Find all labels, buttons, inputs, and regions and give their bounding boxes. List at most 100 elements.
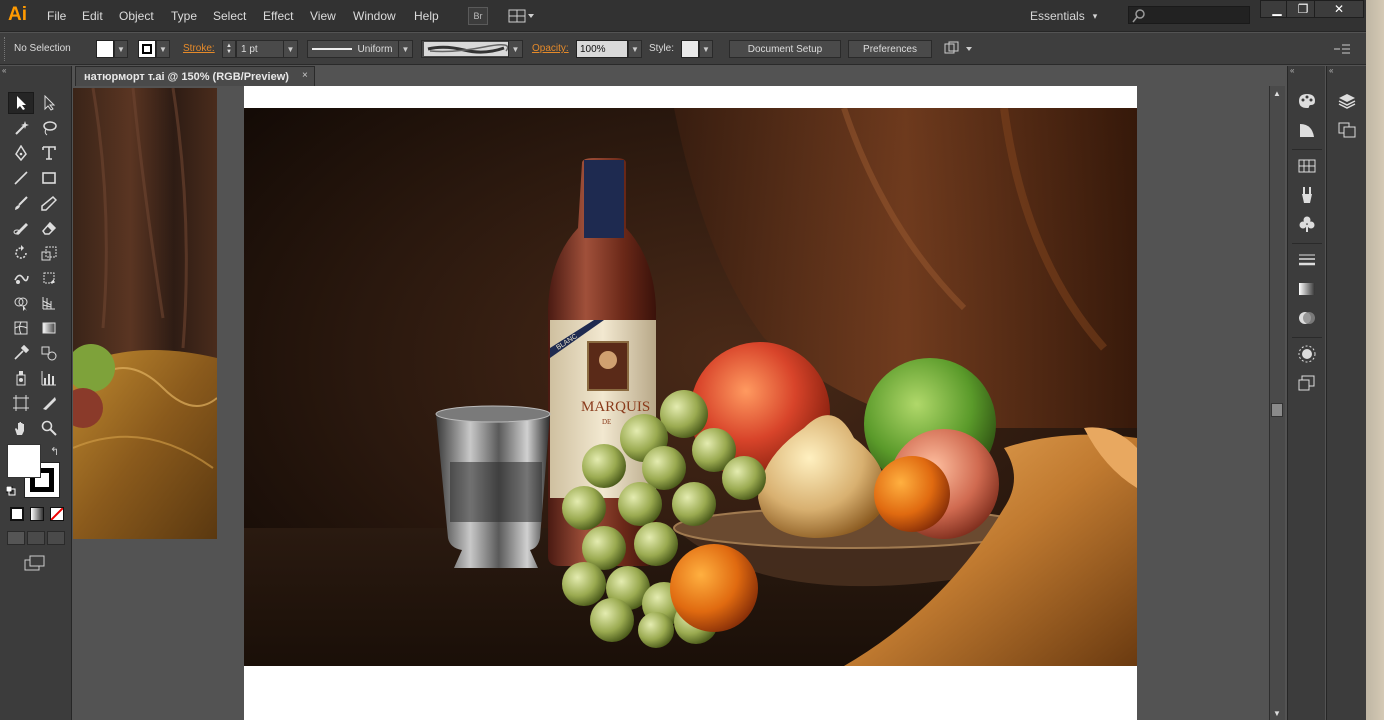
symbols-panel-button[interactable] [1292, 211, 1322, 237]
menu-object[interactable]: Object [119, 9, 154, 23]
draw-behind-icon[interactable] [27, 531, 45, 545]
panel-menu-button[interactable] [1334, 43, 1350, 58]
expand-panels-icon[interactable]: « [1329, 66, 1333, 75]
graphic-styles-panel-button[interactable] [1292, 370, 1322, 396]
menu-view[interactable]: View [310, 9, 336, 23]
slice-tool[interactable] [36, 392, 62, 414]
close-tab-icon[interactable]: × [302, 70, 308, 81]
selection-status: No Selection [14, 43, 71, 54]
variable-width-profile[interactable]: Uniform ▼ [307, 40, 413, 58]
opacity-dropdown[interactable]: ▼ [628, 40, 642, 58]
style-dropdown[interactable]: ▼ [699, 40, 713, 58]
menu-file[interactable]: File [47, 9, 66, 23]
none-mode-button[interactable] [50, 507, 64, 521]
symbol-sprayer-tool[interactable] [8, 367, 34, 389]
menu-help[interactable]: Help [414, 9, 439, 23]
color-guide-icon [1300, 124, 1314, 137]
opacity-field[interactable]: 100% [576, 40, 628, 58]
preferences-button[interactable]: Preferences [848, 40, 932, 58]
opacity-label[interactable]: Opacity: [532, 43, 569, 54]
transparency-panel-button[interactable] [1292, 305, 1322, 331]
menu-edit[interactable]: Edit [82, 9, 103, 23]
stroke-weight-field[interactable]: 1 pt ▼ [236, 40, 298, 58]
fill-color-front[interactable] [7, 444, 41, 478]
document-setup-button[interactable]: Document Setup [729, 40, 841, 58]
selection-tool[interactable] [8, 92, 34, 114]
fill-swatch[interactable] [96, 40, 114, 58]
blend-tool[interactable] [36, 342, 62, 364]
column-graph-tool[interactable] [36, 367, 62, 389]
menu-window[interactable]: Window [353, 9, 396, 23]
perspective-grid-tool[interactable] [36, 292, 62, 314]
gradient-mode-button[interactable] [30, 507, 44, 521]
magic-wand-tool[interactable] [8, 117, 34, 139]
color-guide-panel-button[interactable] [1292, 117, 1322, 143]
lasso-tool[interactable] [36, 117, 62, 139]
artwork-still-life[interactable]: BLANC MARQUIS DE [244, 107, 1137, 666]
eyedropper-tool[interactable] [8, 342, 34, 364]
direct-selection-tool[interactable] [36, 92, 62, 114]
draw-normal-icon[interactable] [7, 531, 25, 545]
swap-colors-icon[interactable]: ↰ [50, 445, 59, 458]
graphic-style-swatch[interactable] [681, 40, 699, 58]
rotate-tool[interactable] [8, 242, 34, 264]
stroke-panel-button[interactable] [1292, 247, 1322, 273]
document-tab[interactable]: натюрморт т.ai @ 150% (RGB/Preview) [75, 66, 315, 86]
artboards-panel-button[interactable] [1332, 117, 1362, 143]
warp-tool[interactable] [8, 267, 34, 289]
draw-inside-icon[interactable] [47, 531, 65, 545]
pencil-tool[interactable] [36, 192, 62, 214]
type-tool[interactable] [36, 142, 62, 164]
eraser-tool[interactable] [36, 217, 62, 239]
line-segment-tool[interactable] [8, 167, 34, 189]
appearance-panel-button[interactable] [1292, 341, 1322, 367]
bridge-button[interactable]: Br [468, 7, 488, 25]
club-icon [1299, 216, 1315, 232]
blob-brush-tool[interactable] [8, 217, 34, 239]
blob-brush-icon [13, 223, 28, 235]
stroke-swatch[interactable] [138, 40, 156, 58]
paintbrush-tool[interactable] [8, 192, 34, 214]
menu-effect[interactable]: Effect [263, 9, 293, 23]
color-panel-button[interactable] [1292, 88, 1322, 114]
rectangle-tool[interactable] [36, 167, 62, 189]
swatches-panel-button[interactable] [1292, 153, 1322, 179]
menu-select[interactable]: Select [213, 9, 246, 23]
layers-panel-button[interactable] [1332, 88, 1362, 114]
expand-panels-icon[interactable]: « [1290, 66, 1294, 75]
free-transform-tool[interactable] [36, 267, 62, 289]
reference-image[interactable] [73, 88, 217, 539]
hand-icon [15, 422, 24, 435]
stroke-label[interactable]: Stroke: [183, 43, 215, 54]
menu-type[interactable]: Type [171, 9, 197, 23]
stroke-stepper[interactable]: ▲ ▼ [222, 40, 236, 58]
shape-builder-tool[interactable] [8, 292, 34, 314]
scroll-down-icon[interactable]: ▼ [1273, 709, 1281, 718]
hand-tool[interactable] [8, 417, 34, 439]
chevron-down-icon: ▼ [397, 41, 412, 57]
zoom-tool[interactable] [36, 417, 62, 439]
collapse-panel-icon[interactable]: « [2, 66, 70, 76]
arrange-button[interactable] [943, 41, 973, 60]
mesh-tool[interactable] [8, 317, 34, 339]
arrange-documents-button[interactable] [506, 7, 536, 25]
screen-mode-button[interactable] [24, 555, 46, 574]
scroll-up-icon[interactable]: ▲ [1273, 89, 1281, 98]
stroke-color-dropdown[interactable]: ▼ [156, 40, 170, 58]
tools-panel: « ↰ [0, 66, 72, 720]
fill-dropdown[interactable]: ▼ [114, 40, 128, 58]
panel-dock-icons: « [1287, 66, 1325, 720]
search-input[interactable] [1128, 6, 1250, 24]
pen-tool[interactable] [8, 142, 34, 164]
workspace-switcher[interactable]: Essentials ▾ [1030, 6, 1114, 26]
default-colors-icon[interactable] [5, 485, 16, 496]
gradient-tool[interactable] [36, 317, 62, 339]
brushes-panel-button[interactable] [1292, 182, 1322, 208]
artboard-tool[interactable] [8, 392, 34, 414]
scale-tool[interactable] [36, 242, 62, 264]
gradient-panel-button[interactable] [1292, 276, 1322, 302]
close-button[interactable]: ✕ [1314, 0, 1364, 18]
color-mode-button[interactable] [10, 507, 24, 521]
brush-definition[interactable]: ▼ [421, 40, 523, 58]
scrollbar-thumb[interactable] [1271, 403, 1283, 417]
